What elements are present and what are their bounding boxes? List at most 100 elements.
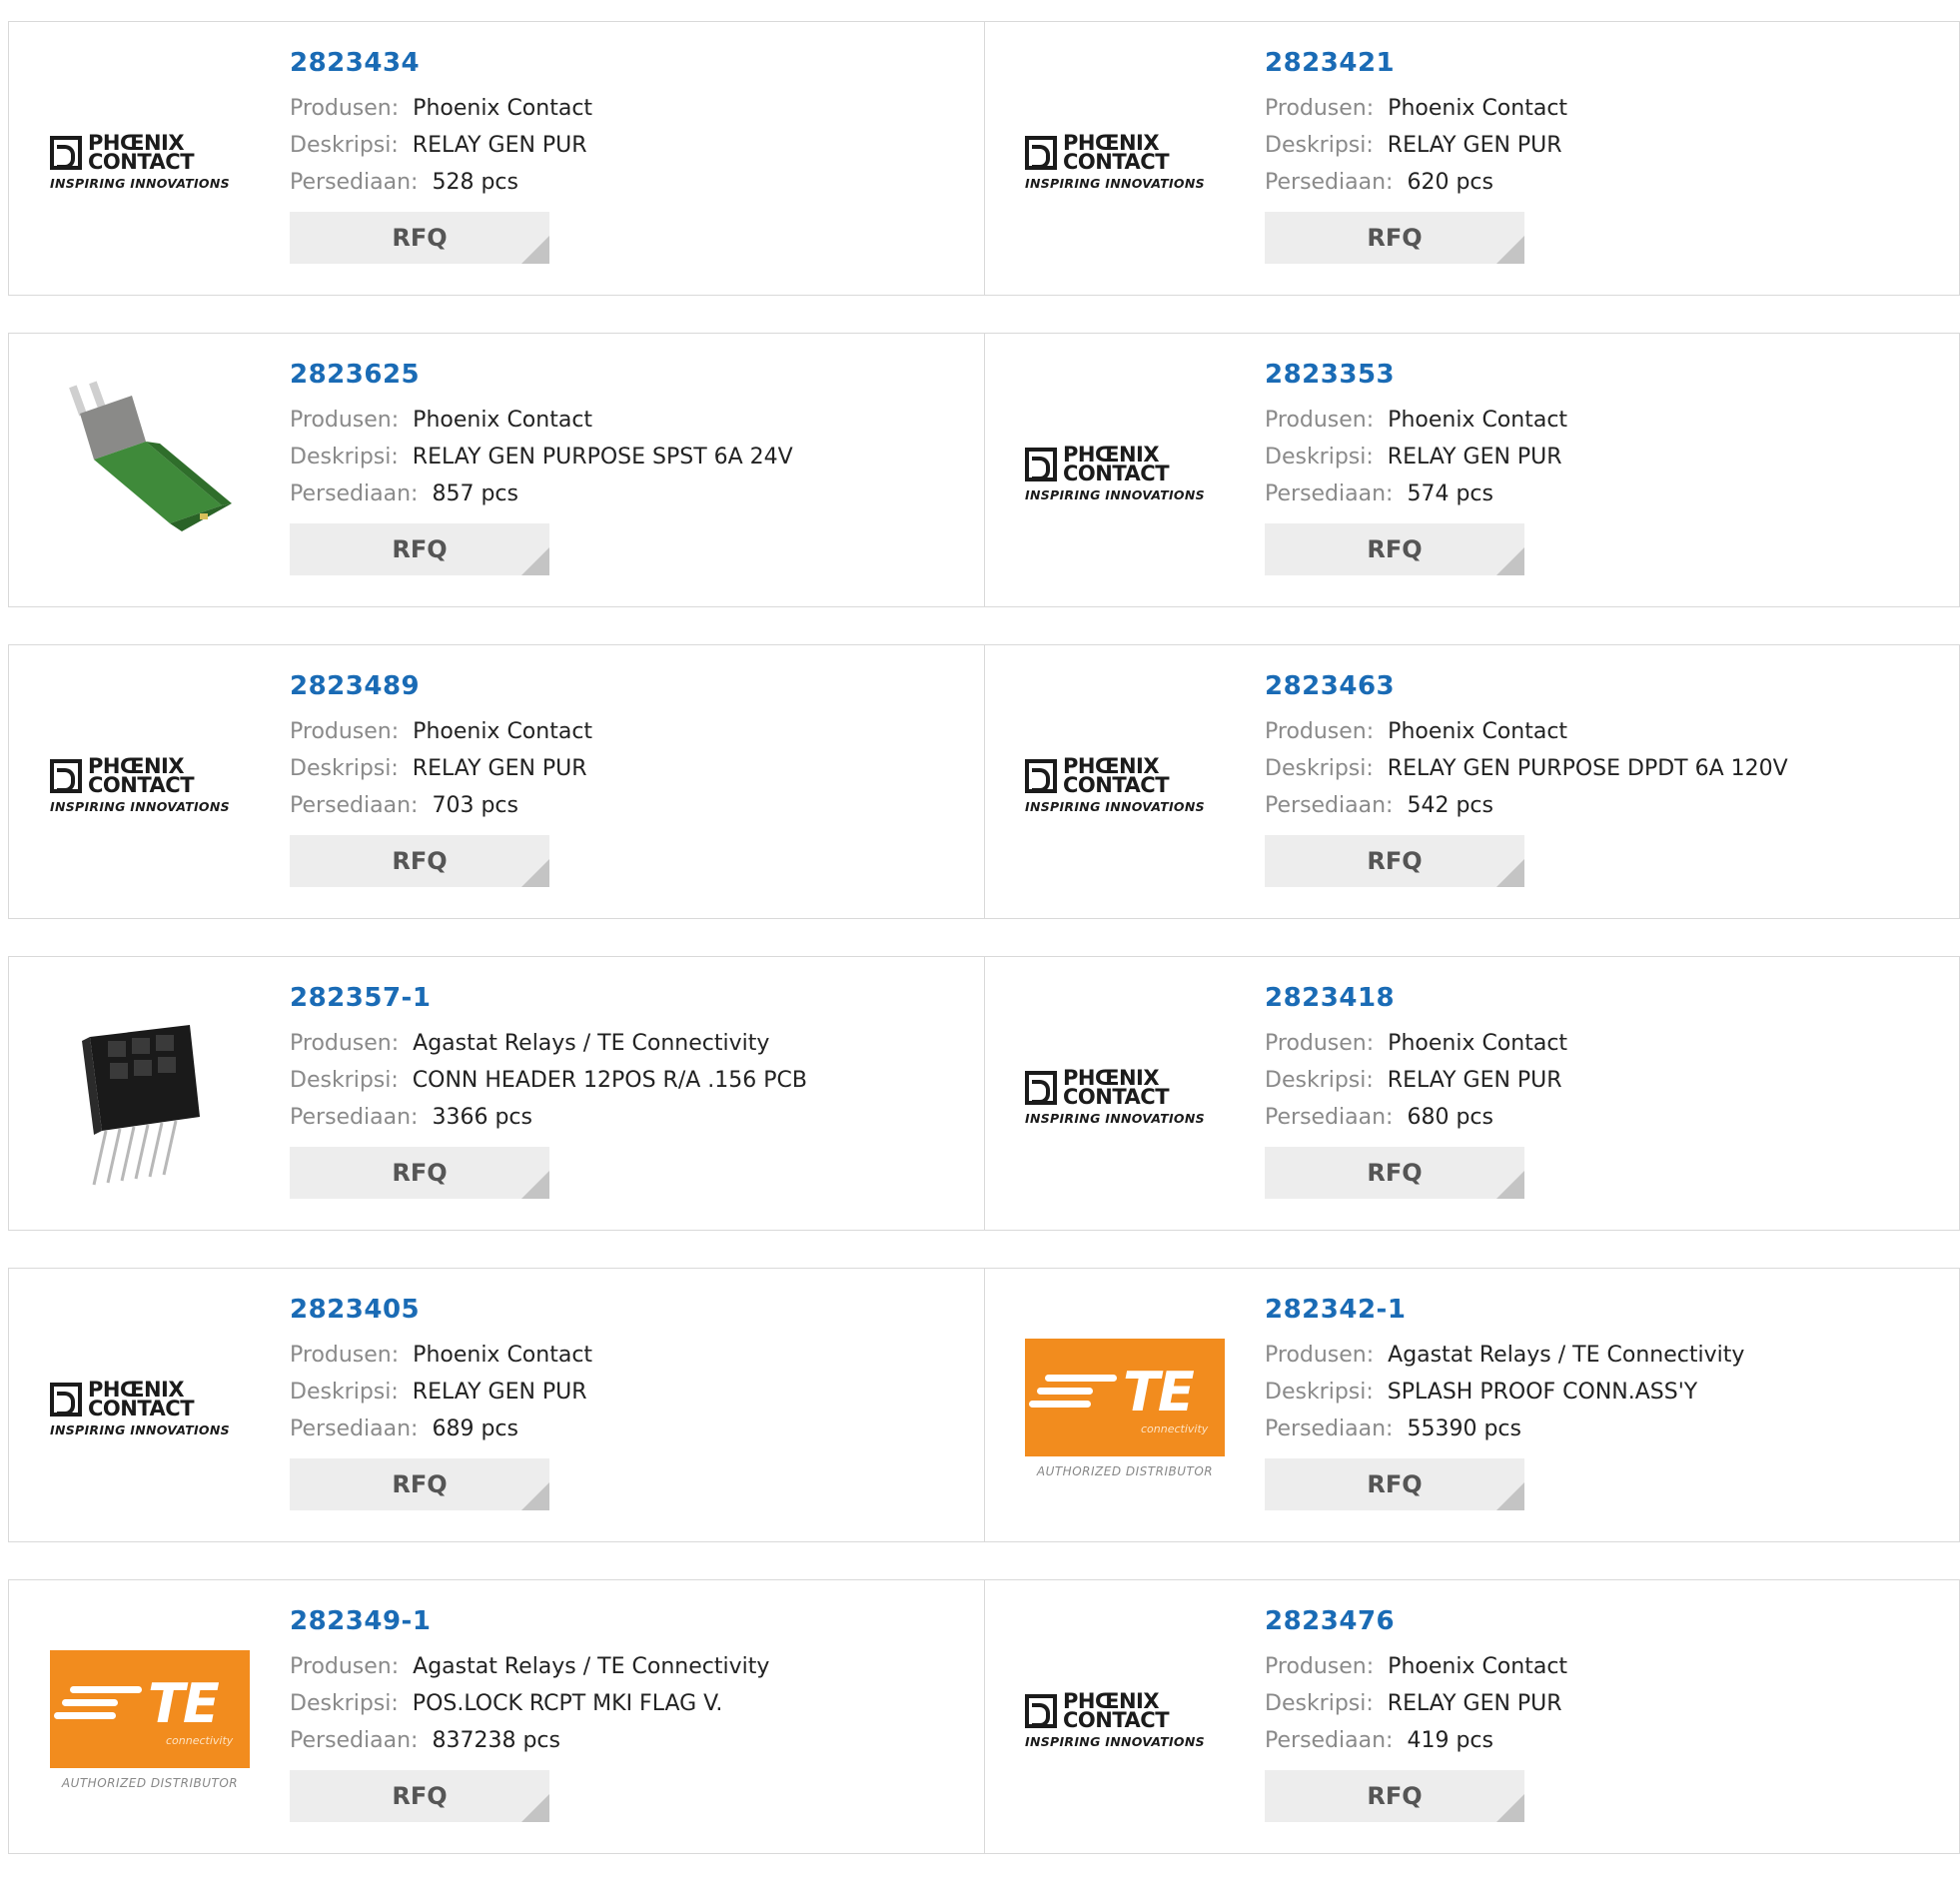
description-label: Deskripsi:	[290, 1068, 399, 1093]
rfq-button[interactable]: RFQ	[290, 1147, 549, 1199]
part-number-link[interactable]: 2823405	[290, 1297, 592, 1323]
product-image[interactable]: TE connectivity AUTHORIZED DISTRIBUTOR	[1024, 1309, 1226, 1508]
description-label: Deskripsi:	[1265, 1068, 1374, 1093]
product-card: PHŒNIX CONTACT INSPIRING INNOVATIONS 28234…	[8, 644, 985, 919]
description-value: RELAY GEN PUR	[1387, 133, 1562, 158]
product-card: TE connectivity AUTHORIZED DISTRIBUTOR 282…	[8, 1579, 985, 1854]
manufacturer-label: Produsen:	[290, 719, 400, 744]
rfq-button[interactable]: RFQ	[1265, 523, 1524, 575]
logo-line-2: CONTACT	[1063, 772, 1170, 797]
te-logo-box: TE connectivity	[50, 1650, 250, 1768]
product-image[interactable]: PHŒNIX CONTACT INSPIRING INNOVATIONS	[49, 62, 251, 262]
manufacturer-label: Produsen:	[290, 1031, 400, 1056]
te-logo-sub: connectivity	[166, 1734, 234, 1747]
part-number-link[interactable]: 2823353	[1265, 362, 1567, 388]
part-number-link[interactable]: 2823463	[1265, 673, 1788, 699]
description-value: RELAY GEN PUR	[412, 1380, 587, 1405]
product-image[interactable]: PHŒNIX CONTACT INSPIRING INNOVATIONS	[1024, 997, 1226, 1197]
part-number-link[interactable]: 2823418	[1265, 985, 1567, 1011]
phoenix-contact-logo: PHŒNIX CONTACT INSPIRING INNOVATIONS	[1025, 1067, 1225, 1126]
part-number-link[interactable]: 2823421	[1265, 50, 1567, 76]
description-label: Deskripsi:	[290, 445, 399, 470]
product-image[interactable]: PHŒNIX CONTACT INSPIRING INNOVATIONS	[1024, 374, 1226, 573]
phoenix-contact-logo: PHŒNIX CONTACT INSPIRING INNOVATIONS	[50, 132, 250, 191]
rfq-button[interactable]: RFQ	[290, 835, 549, 887]
phoenix-mark-icon	[50, 135, 82, 170]
product-image[interactable]	[49, 374, 251, 573]
logo-tagline: INSPIRING INNOVATIONS	[50, 1421, 230, 1437]
product-card: TE connectivity AUTHORIZED DISTRIBUTOR 282…	[985, 1268, 1960, 1542]
product-image[interactable]: PHŒNIX CONTACT INSPIRING INNOVATIONS	[1024, 1620, 1226, 1820]
rfq-button[interactable]: RFQ	[1265, 212, 1524, 264]
stock-label: Persediaan:	[1265, 481, 1394, 506]
manufacturer-label: Produsen:	[1265, 1031, 1375, 1056]
product-card: PHŒNIX CONTACT INSPIRING INNOVATIONS 28234…	[985, 956, 1960, 1231]
product-image[interactable]: PHŒNIX CONTACT INSPIRING INNOVATIONS	[1024, 685, 1226, 885]
logo-tagline: INSPIRING INNOVATIONS	[50, 798, 230, 814]
rfq-button[interactable]: RFQ	[290, 1458, 549, 1510]
phoenix-mark-icon	[1025, 447, 1057, 481]
part-number-link[interactable]: 282357-1	[290, 985, 807, 1011]
manufacturer-value: Phoenix Contact	[1388, 96, 1568, 121]
description-value: SPLASH PROOF CONN.ASS'Y	[1387, 1380, 1698, 1405]
manufacturer-label: Produsen:	[290, 1343, 400, 1368]
logo-line-2: CONTACT	[88, 149, 195, 174]
logo-tagline: INSPIRING INNOVATIONS	[1025, 486, 1205, 502]
authorized-distributor-label: AUTHORIZED DISTRIBUTOR	[61, 1776, 239, 1790]
product-image[interactable]: PHŒNIX CONTACT INSPIRING INNOVATIONS	[49, 1309, 251, 1508]
rfq-button[interactable]: RFQ	[1265, 1770, 1524, 1822]
rfq-button[interactable]: RFQ	[290, 1770, 549, 1822]
part-number-link[interactable]: 2823476	[1265, 1608, 1567, 1634]
product-row: TE connectivity AUTHORIZED DISTRIBUTOR 282…	[8, 1579, 1960, 1854]
logo-line-2: CONTACT	[88, 1396, 195, 1420]
rfq-button[interactable]: RFQ	[1265, 1147, 1524, 1199]
relay-photo-icon	[69, 381, 232, 531]
manufacturer-value: Agastat Relays / TE Connectivity	[413, 1031, 770, 1056]
product-image[interactable]: PHŒNIX CONTACT INSPIRING INNOVATIONS	[49, 685, 251, 885]
rfq-button[interactable]: RFQ	[290, 523, 549, 575]
description-label: Deskripsi:	[290, 1691, 399, 1716]
stock-label: Persediaan:	[1265, 170, 1394, 195]
manufacturer-value: Phoenix Contact	[1388, 719, 1568, 744]
part-number-link[interactable]: 282349-1	[290, 1608, 769, 1634]
rfq-button[interactable]: RFQ	[290, 212, 549, 264]
stock-label: Persediaan:	[1265, 1417, 1394, 1441]
te-connectivity-logo: TE connectivity AUTHORIZED DISTRIBUTOR	[1025, 1339, 1225, 1478]
stock-value: 574 pcs	[1407, 481, 1493, 506]
header-connector-photo-icon	[82, 1025, 200, 1186]
stock-value: 3366 pcs	[432, 1105, 532, 1130]
phoenix-contact-logo: PHŒNIX CONTACT INSPIRING INNOVATIONS	[1025, 444, 1225, 502]
part-number-link[interactable]: 2823625	[290, 362, 793, 388]
product-card: PHŒNIX CONTACT INSPIRING INNOVATIONS 28234…	[985, 1579, 1960, 1854]
product-grid: PHŒNIX CONTACT INSPIRING INNOVATIONS 28234…	[8, 21, 1960, 1891]
manufacturer-value: Phoenix Contact	[1388, 408, 1568, 433]
stock-label: Persediaan:	[290, 170, 419, 195]
description-value: RELAY GEN PUR	[412, 133, 587, 158]
product-image[interactable]: PHŒNIX CONTACT INSPIRING INNOVATIONS	[1024, 62, 1226, 262]
rfq-button[interactable]: RFQ	[1265, 1458, 1524, 1510]
product-card: 282357-1 Produsen: Agastat Relays / TE Co…	[8, 956, 985, 1231]
stock-label: Persediaan:	[1265, 1728, 1394, 1753]
product-card: 2823625 Produsen: Phoenix Contact Deskrip…	[8, 333, 985, 607]
product-image[interactable]: TE connectivity AUTHORIZED DISTRIBUTOR	[49, 1620, 251, 1820]
rfq-button[interactable]: RFQ	[1265, 835, 1524, 887]
product-image[interactable]	[49, 997, 251, 1197]
part-number-link[interactable]: 2823489	[290, 673, 592, 699]
phoenix-mark-icon	[1025, 1693, 1057, 1728]
logo-tagline: INSPIRING INNOVATIONS	[1025, 1110, 1205, 1126]
stock-value: 857 pcs	[432, 481, 518, 506]
part-number-link[interactable]: 282342-1	[1265, 1297, 1744, 1323]
part-number-link[interactable]: 2823434	[290, 50, 592, 76]
manufacturer-value: Phoenix Contact	[413, 1343, 593, 1368]
phoenix-mark-icon	[50, 758, 82, 793]
manufacturer-value: Agastat Relays / TE Connectivity	[1388, 1343, 1745, 1368]
stock-label: Persediaan:	[1265, 1105, 1394, 1130]
description-value: RELAY GEN PUR	[1387, 1068, 1562, 1093]
stock-label: Persediaan:	[290, 793, 419, 818]
description-label: Deskripsi:	[1265, 133, 1374, 158]
description-value: RELAY GEN PUR	[412, 756, 587, 781]
phoenix-contact-logo: PHŒNIX CONTACT INSPIRING INNOVATIONS	[50, 755, 250, 814]
stock-label: Persediaan:	[290, 1728, 419, 1753]
logo-line-2: CONTACT	[1063, 1084, 1170, 1109]
manufacturer-value: Phoenix Contact	[413, 719, 593, 744]
